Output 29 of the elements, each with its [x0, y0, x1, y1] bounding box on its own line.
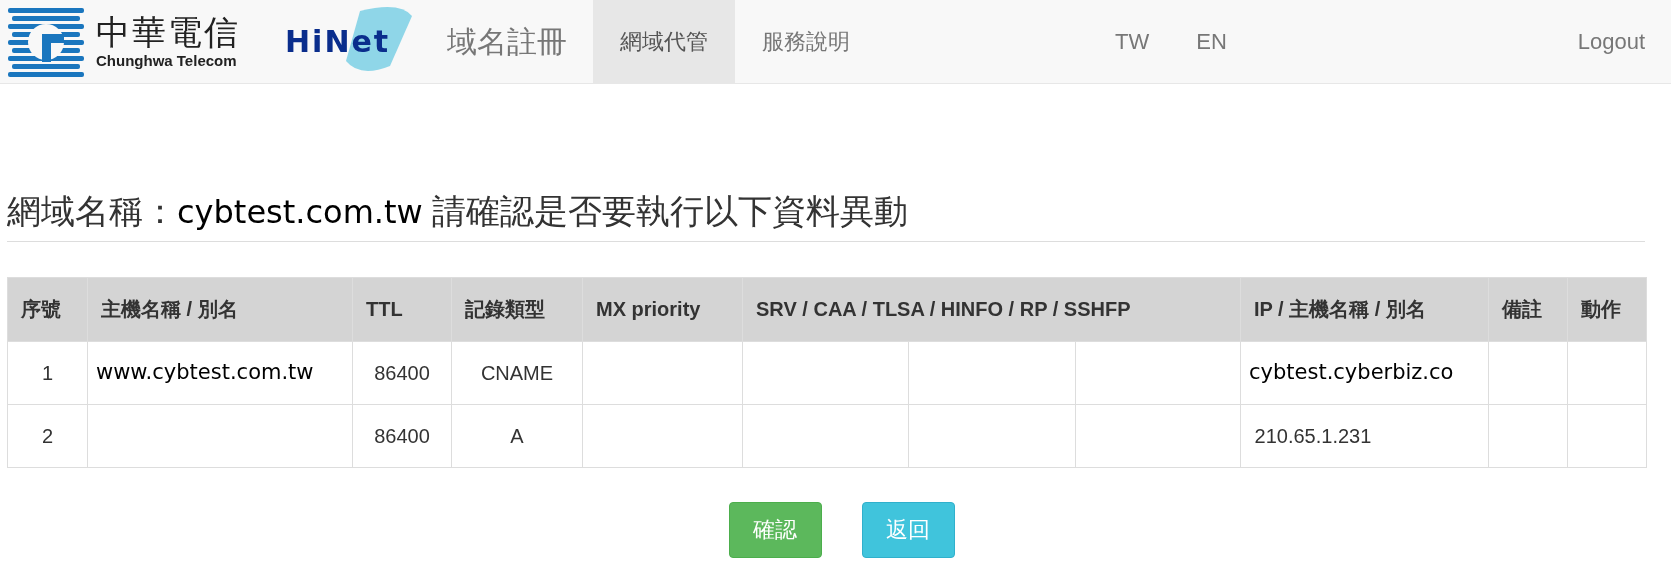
- column-header: 主機名稱 / 別名: [101, 298, 238, 320]
- table-cell: cybtest.cyberbiz.co: [1249, 359, 1454, 384]
- logout-link[interactable]: Logout: [1577, 0, 1671, 83]
- column-header: SRV / CAA / TLSA / HINFO / RP / SSHFP: [756, 298, 1131, 320]
- hinet-logo-text: HiNet: [285, 23, 391, 61]
- page-heading: 網域名稱：cybtest.com.tw 請確認是否要執行以下資料異動: [7, 191, 910, 233]
- nav-tab[interactable]: 服務說明: [735, 0, 877, 83]
- table-cell: 1: [41, 361, 54, 384]
- table-cell: 2: [41, 424, 54, 447]
- table-cell: CNAME: [480, 361, 554, 384]
- confirm-button[interactable]: 確認: [728, 501, 822, 558]
- column-header: 序號: [21, 298, 61, 320]
- column-header: MX priority: [596, 298, 701, 320]
- column-header: TTL: [366, 298, 403, 320]
- brand-name-english: Chunghwa Telecom: [96, 53, 238, 68]
- column-header: 記錄類型: [465, 298, 545, 320]
- site-title: 域名註冊: [447, 24, 567, 60]
- brand-name: 中華電信: [96, 15, 240, 49]
- column-header: 備註: [1502, 298, 1542, 320]
- table-cell: 86400: [374, 361, 430, 384]
- table-cell: www.cybtest.com.tw: [96, 359, 314, 384]
- column-header: 動作: [1581, 298, 1621, 320]
- table-cell: A: [510, 424, 524, 447]
- table-cell: 86400: [374, 424, 430, 447]
- language-link[interactable]: TW: [1115, 25, 1150, 58]
- language-link[interactable]: EN: [1196, 25, 1227, 58]
- column-header: IP / 主機名稱 / 別名: [1254, 298, 1426, 320]
- table-cell-text: 210.65.1.231: [1253, 424, 1372, 447]
- nav-tab[interactable]: 網域代管: [593, 0, 735, 83]
